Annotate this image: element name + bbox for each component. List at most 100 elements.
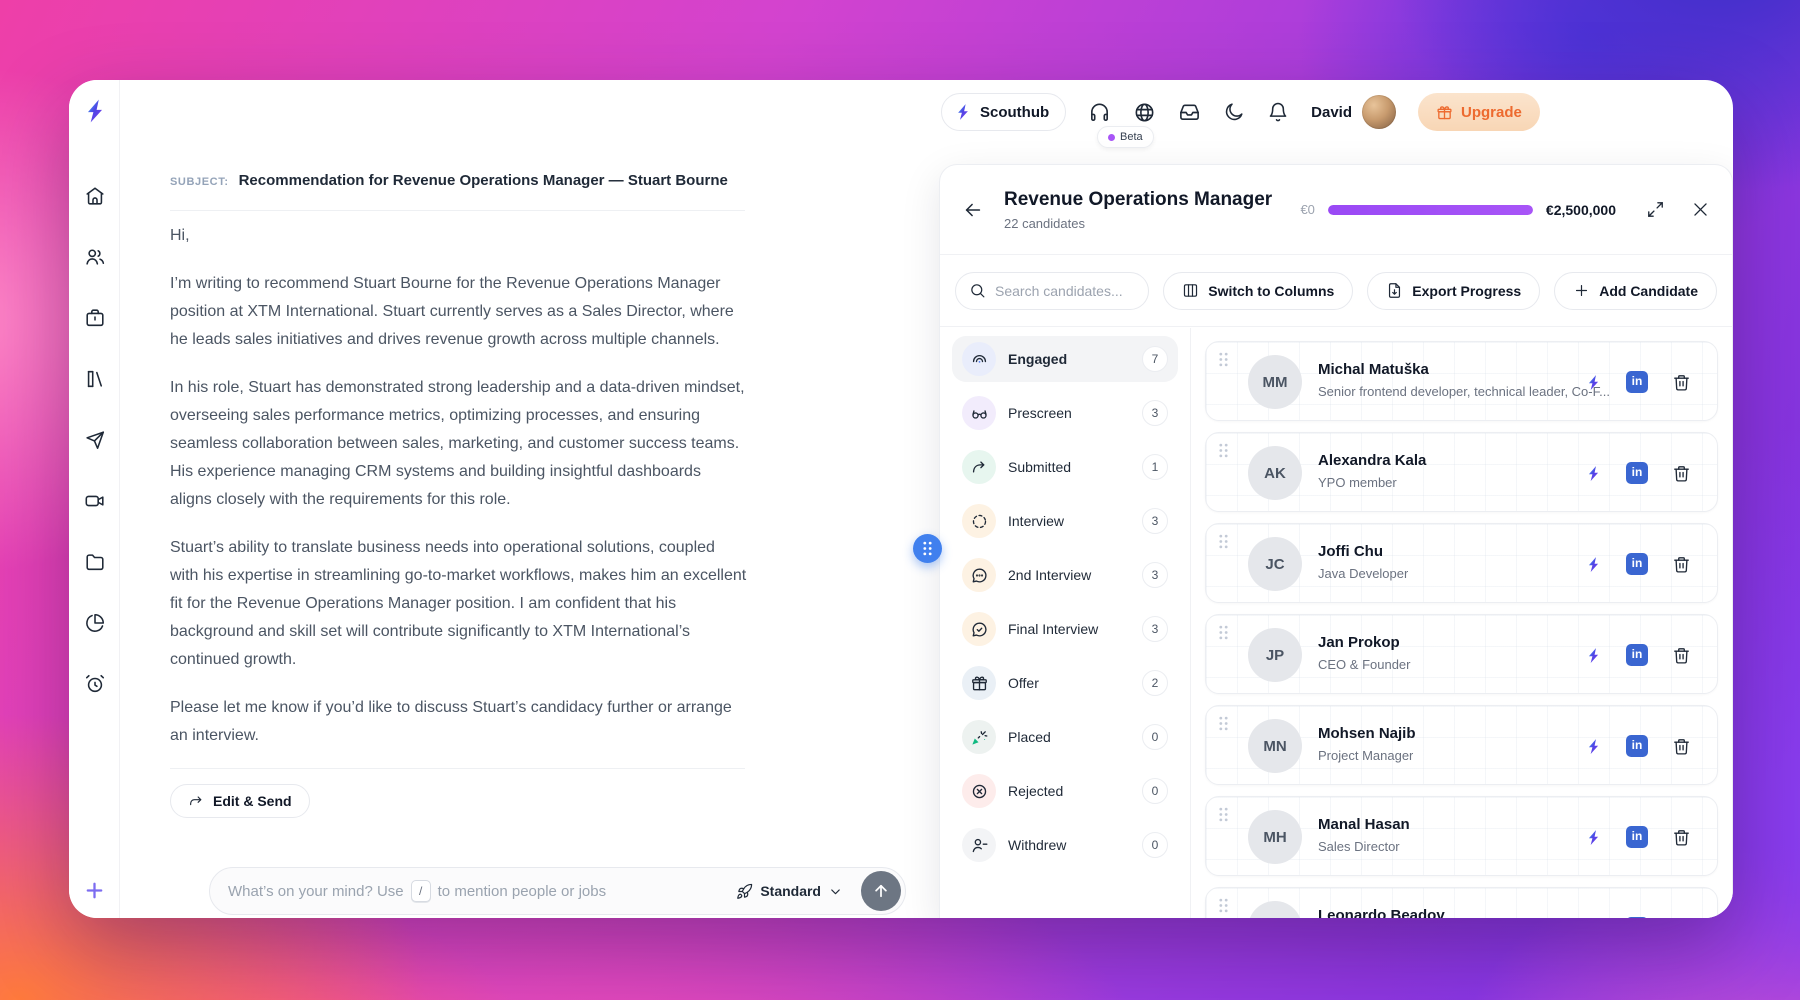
budget-progress-bar xyxy=(1328,205,1533,215)
candidate-card[interactable]: MM Michal Matuška Senior frontend develo… xyxy=(1205,341,1718,421)
stage-submitted[interactable]: Submitted 1 xyxy=(952,444,1178,490)
stage-offer[interactable]: Offer 2 xyxy=(952,660,1178,706)
stage-count: 2 xyxy=(1142,670,1168,696)
library-icon[interactable] xyxy=(84,368,106,390)
switch-to-columns-label: Switch to Columns xyxy=(1208,283,1334,299)
jobs-briefcase-icon[interactable] xyxy=(84,307,106,329)
send-message-button[interactable] xyxy=(861,871,901,911)
drag-handle-icon[interactable] xyxy=(1218,807,1229,822)
search-box[interactable] xyxy=(955,272,1149,310)
alarm-clock-icon[interactable] xyxy=(84,673,106,695)
mode-selector[interactable]: Standard xyxy=(736,883,843,900)
mode-label: Standard xyxy=(760,883,821,899)
send-icon[interactable] xyxy=(84,429,106,451)
globe-icon[interactable] xyxy=(1133,101,1156,124)
pie-chart-icon[interactable] xyxy=(84,612,106,634)
candidate-card[interactable]: MH Manal Hasan Sales Director in xyxy=(1205,796,1718,876)
file-export-icon xyxy=(1386,282,1403,299)
drag-handle-icon[interactable] xyxy=(1218,716,1229,731)
stage-rejected[interactable]: Rejected 0 xyxy=(952,768,1178,814)
linkedin-icon[interactable]: in xyxy=(1626,917,1648,918)
linkedin-icon[interactable]: in xyxy=(1626,735,1648,757)
subject-row: SUBJECT: Recommendation for Revenue Oper… xyxy=(170,172,745,189)
trash-icon[interactable] xyxy=(1672,737,1691,756)
home-icon[interactable] xyxy=(84,185,106,207)
stage-count: 1 xyxy=(1142,454,1168,480)
trash-icon[interactable] xyxy=(1672,464,1691,483)
stage-2nd-interview[interactable]: 2nd Interview 3 xyxy=(952,552,1178,598)
scouthub-profile-icon[interactable] xyxy=(1585,556,1602,573)
scouthub-logo-icon[interactable] xyxy=(82,98,108,124)
stage-placed[interactable]: Placed 0 xyxy=(952,714,1178,760)
search-input[interactable] xyxy=(995,283,1135,299)
back-button[interactable] xyxy=(958,195,988,225)
upgrade-button[interactable]: Upgrade xyxy=(1418,93,1540,131)
folder-icon[interactable] xyxy=(84,551,106,573)
user-menu[interactable]: David xyxy=(1311,95,1396,129)
stage-label: 2nd Interview xyxy=(1008,567,1130,583)
avatar xyxy=(1362,95,1396,129)
stage-label: Interview xyxy=(1008,513,1130,529)
drag-handle-icon[interactable] xyxy=(1218,352,1229,367)
stage-label: Withdrew xyxy=(1008,837,1130,853)
candidate-card[interactable]: MN Mohsen Najib Project Manager in xyxy=(1205,705,1718,785)
footer-divider xyxy=(170,768,745,769)
edit-send-button[interactable]: Edit & Send xyxy=(170,784,310,818)
export-progress-button[interactable]: Export Progress xyxy=(1367,272,1540,310)
linkedin-icon[interactable]: in xyxy=(1626,462,1648,484)
candidate-card[interactable]: JC Joffi Chu Java Developer in xyxy=(1205,523,1718,603)
scouthub-profile-icon[interactable] xyxy=(1585,374,1602,391)
search-icon xyxy=(969,282,986,299)
stage-label: Rejected xyxy=(1008,783,1130,799)
composer-placeholder-prefix: What’s on your mind? Use xyxy=(228,883,404,900)
forward-arrow-icon xyxy=(188,793,204,809)
chat-composer[interactable]: What’s on your mind? Use / to mention pe… xyxy=(209,867,906,915)
trash-icon[interactable] xyxy=(1672,555,1691,574)
people-icon[interactable] xyxy=(84,246,106,268)
stage-withdrew[interactable]: Withdrew 0 xyxy=(952,822,1178,868)
scouthub-profile-icon[interactable] xyxy=(1585,829,1602,846)
add-candidate-button[interactable]: Add Candidate xyxy=(1554,272,1717,310)
scouthub-profile-icon[interactable] xyxy=(1585,465,1602,482)
linkedin-icon[interactable]: in xyxy=(1626,644,1648,666)
stage-count: 3 xyxy=(1142,562,1168,588)
drag-handle-icon[interactable] xyxy=(1218,898,1229,913)
switch-to-columns-button[interactable]: Switch to Columns xyxy=(1163,272,1353,310)
expand-icon[interactable] xyxy=(1646,200,1665,219)
linkedin-icon[interactable]: in xyxy=(1626,553,1648,575)
linkedin-icon[interactable]: in xyxy=(1626,826,1648,848)
drag-handle-icon[interactable] xyxy=(1218,534,1229,549)
composer-placeholder-suffix: to mention people or jobs xyxy=(438,883,606,900)
video-icon[interactable] xyxy=(84,490,106,512)
panel-drag-handle[interactable] xyxy=(913,534,942,563)
candidate-avatar: JC xyxy=(1248,537,1302,591)
inbox-icon[interactable] xyxy=(1178,101,1201,124)
brand-pill[interactable]: Scouthub xyxy=(941,93,1066,131)
moon-icon[interactable] xyxy=(1223,101,1245,123)
user-minus-icon xyxy=(962,828,996,862)
candidate-card[interactable]: Leonardo Beadov in xyxy=(1205,887,1718,918)
bell-icon[interactable] xyxy=(1267,101,1289,123)
drag-handle-icon[interactable] xyxy=(1218,443,1229,458)
close-icon[interactable] xyxy=(1691,200,1710,219)
stage-prescreen[interactable]: Prescreen 3 xyxy=(952,390,1178,436)
stage-interview[interactable]: Interview 3 xyxy=(952,498,1178,544)
trash-icon[interactable] xyxy=(1672,373,1691,392)
headphones-icon[interactable] xyxy=(1088,101,1111,124)
candidate-card[interactable]: AK Alexandra Kala YPO member in xyxy=(1205,432,1718,512)
scouthub-profile-icon[interactable] xyxy=(1585,738,1602,755)
trash-icon[interactable] xyxy=(1672,828,1691,847)
candidate-name: Joffi Chu xyxy=(1318,543,1383,560)
stage-final-interview[interactable]: Final Interview 3 xyxy=(952,606,1178,652)
candidate-name: Jan Prokop xyxy=(1318,634,1400,651)
linkedin-icon[interactable]: in xyxy=(1626,371,1648,393)
candidate-card[interactable]: JP Jan Prokop CEO & Founder in xyxy=(1205,614,1718,694)
candidate-avatar xyxy=(1248,901,1302,918)
stage-engaged[interactable]: Engaged 7 xyxy=(952,336,1178,382)
add-new-icon[interactable] xyxy=(83,879,106,902)
trash-icon[interactable] xyxy=(1672,646,1691,665)
panel-title: Revenue Operations Manager xyxy=(1004,189,1272,211)
scouthub-profile-icon[interactable] xyxy=(1585,647,1602,664)
drag-handle-icon[interactable] xyxy=(1218,625,1229,640)
brand-label: Scouthub xyxy=(980,104,1049,121)
